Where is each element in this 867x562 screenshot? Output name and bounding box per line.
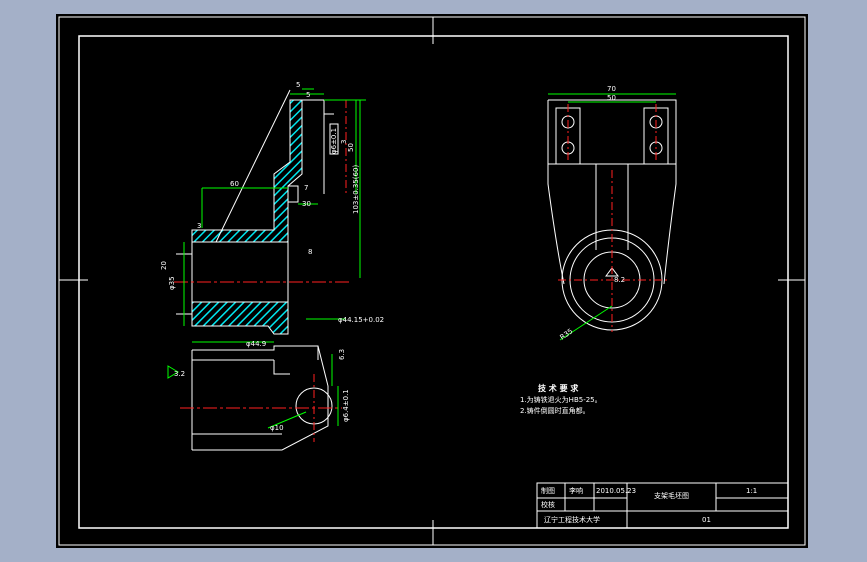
notes-title: 技 术 要 求 [538,383,579,393]
dim-step-width: 5 [306,91,310,99]
dim-bore-dia: φ35 [168,276,176,290]
dim-center-label: 8.2 [614,276,625,284]
dim-thickness-note: 3 [340,140,348,144]
tb-checked-label: 校核 [541,500,555,509]
dim-bottom: φ44.15+0.02 [338,316,384,324]
dim-angle: 60 [230,180,239,188]
dim-total-height: 103±0.35(60) [352,165,360,214]
cad-drawing: 5 5 φ6±0.1 50 103±0.35(60) 3 7 30 60 3 2… [58,16,806,546]
dim-hole-dia: φ6±0.1 [330,128,338,154]
left-section-view: 5 5 φ6±0.1 50 103±0.35(60) 3 7 30 60 3 2… [160,81,384,335]
right-view: 70 50 8.2 R35 [547,85,677,342]
dim-top-width: 5 [296,81,300,89]
tb-drawing-no: 01 [702,516,711,524]
hatch-lower [191,301,289,335]
bottom-view: φ44.9 6.3 3.2 φ10 φ6.4±0.1 [167,340,350,451]
notes-line-1: 1.为铸铁退火为HB5-25。 [520,395,602,404]
dim-inner-width: 7 [304,184,308,192]
tb-drawn-label: 制图 [541,486,555,495]
dim-radius: R35 [559,327,575,341]
dim-top-right: 6.3 [338,349,346,360]
hatch-upper [191,99,303,243]
dim-hole: φ10 [270,424,284,432]
tb-drawn-date: 2010.05.23 [596,487,636,495]
dim-chamfer: 3 [197,222,201,230]
dim-right-side: φ6.4±0.1 [342,389,350,422]
dim-outer-width: 70 [607,85,616,93]
technical-notes: 技 术 要 求 1.为铸铁退火为HB5-25。 2.铸件倒圆时直角都。 [520,383,602,415]
tb-scale: 1:1 [746,487,757,495]
dim-right: 8 [308,248,312,256]
dim-depth: 50 [347,143,355,152]
dim-inner-width: 50 [607,94,616,102]
dim-left: 20 [160,261,168,270]
tb-part-name: 支架毛坯图 [654,491,689,500]
notes-line-2: 2.铸件倒圆时直角都。 [520,406,590,415]
dim-roughness: 3.2 [174,370,185,378]
tb-school: 辽宁工程技术大学 [544,515,600,524]
dim-top-len: φ44.9 [246,340,266,348]
cad-viewport[interactable]: 5 5 φ6±0.1 50 103±0.35(60) 3 7 30 60 3 2… [56,14,808,548]
tb-drawn-name: 李响 [569,486,583,495]
dim-inner-step: 30 [302,200,311,208]
title-block: 制图 李响 2010.05.23 校核 支架毛坯图 1:1 辽宁工程技术大学 0… [536,482,789,529]
